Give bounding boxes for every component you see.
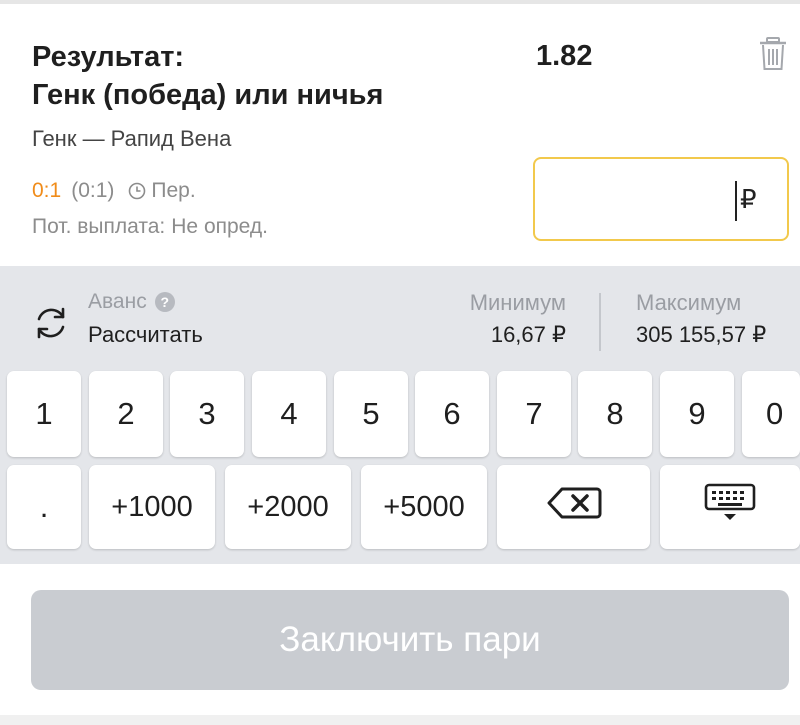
- backspace-icon: [546, 486, 602, 528]
- quick-add-2000[interactable]: +2000: [225, 465, 351, 549]
- score-line: 0:1 (0:1) Пер.: [32, 179, 196, 203]
- bottom-divider: [0, 715, 800, 725]
- bet-title-line1: Результат:: [32, 41, 185, 73]
- key-4[interactable]: 4: [252, 371, 326, 457]
- key-0[interactable]: 0: [742, 371, 800, 457]
- place-bet-button[interactable]: Заключить пари: [31, 590, 789, 690]
- minimum-value[interactable]: 16,67 ₽: [491, 322, 566, 348]
- key-3[interactable]: 3: [170, 371, 244, 457]
- refresh-icon[interactable]: [30, 302, 72, 344]
- potential-payout: Пот. выплата: Не опред.: [32, 215, 274, 239]
- key-8[interactable]: 8: [578, 371, 652, 457]
- keyboard-icon: [704, 483, 756, 531]
- key-dot[interactable]: .: [7, 465, 81, 549]
- quick-add-5000[interactable]: +5000: [361, 465, 487, 549]
- key-5[interactable]: 5: [334, 371, 408, 457]
- text-cursor: [735, 181, 737, 221]
- stake-panel: Аванс ? Рассчитать Минимум 16,67 ₽ Макси…: [0, 266, 800, 564]
- key-9[interactable]: 9: [660, 371, 734, 457]
- quick-add-1000[interactable]: +1000: [89, 465, 215, 549]
- match-name: Генк — Рапид Вена: [32, 126, 232, 151]
- trash-icon[interactable]: [758, 36, 788, 72]
- currency-symbol: ₽: [740, 184, 757, 214]
- bet-odds: 1.82: [536, 40, 593, 72]
- maximum-label: Максимум: [636, 290, 742, 315]
- avans-text: Аванс: [88, 290, 147, 313]
- current-score: 0:1: [32, 179, 62, 202]
- minimum-label: Минимум: [469, 290, 566, 315]
- stake-amount-input[interactable]: ₽: [533, 157, 789, 241]
- clock-icon: [128, 182, 146, 200]
- calculate-link[interactable]: Рассчитать: [88, 322, 203, 348]
- min-max-divider: [599, 293, 601, 351]
- bet-title: Результат: Генк (победа) или ничья: [32, 38, 383, 114]
- key-7[interactable]: 7: [497, 371, 571, 457]
- match-period: Пер.: [151, 179, 196, 202]
- help-icon[interactable]: ?: [154, 292, 175, 312]
- payout-value: Не опред.: [171, 215, 268, 238]
- key-1[interactable]: 1: [7, 371, 81, 457]
- hide-keyboard-key[interactable]: [660, 465, 800, 549]
- key-6[interactable]: 6: [415, 371, 489, 457]
- backspace-key[interactable]: [497, 465, 650, 549]
- maximum-value[interactable]: 305 155,57 ₽: [636, 322, 766, 348]
- key-2[interactable]: 2: [89, 371, 163, 457]
- half-score: (0:1): [71, 179, 115, 202]
- payout-label: Пот. выплата:: [32, 215, 166, 238]
- bet-card: Результат: Генк (победа) или ничья 1.82 …: [0, 4, 800, 266]
- avans-label: Аванс ?: [88, 290, 175, 314]
- bet-title-line2: Генк (победа) или ничья: [32, 79, 384, 111]
